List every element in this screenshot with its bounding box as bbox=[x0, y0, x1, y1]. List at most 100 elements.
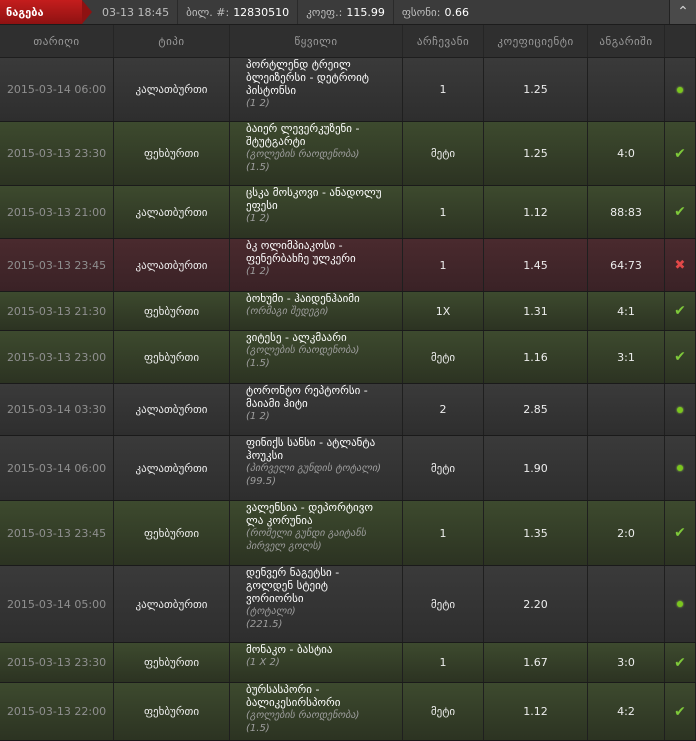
bet-status: ✔ bbox=[665, 186, 696, 238]
bet-pick: 1 bbox=[403, 186, 484, 238]
check-icon: ✔ bbox=[674, 654, 686, 671]
event-name: ბურსასპორი - bbox=[246, 683, 320, 696]
bet-date: 2015-03-13 22:00 bbox=[0, 683, 114, 740]
table-row[interactable]: 2015-03-13 23:00 ფეხბურთი ვიტესე - ალკმაარ… bbox=[0, 331, 696, 384]
check-icon: ✔ bbox=[674, 703, 686, 720]
match-score: 64:73 bbox=[588, 239, 665, 291]
market-label: (1 2) bbox=[246, 266, 270, 277]
sport-type: ფეხბურთი bbox=[114, 501, 230, 565]
table-header: თარიღი ტიპი წყვილი არჩევანი კოეფიციენტი … bbox=[0, 25, 696, 58]
bet-odds: 1.25 bbox=[484, 58, 588, 121]
match-score bbox=[588, 384, 665, 435]
table-row[interactable]: 2015-03-13 23:30 ფეხბურთი მონაკო - ბასტია(… bbox=[0, 643, 696, 683]
bet-status bbox=[665, 436, 696, 500]
event-name-cont: მაიამი ჰიტი bbox=[246, 397, 308, 410]
bet-odds: 2.85 bbox=[484, 384, 588, 435]
bet-date: 2015-03-14 03:30 bbox=[0, 384, 114, 435]
event-name: ცსკა მოსკოვი - ანადოლუ bbox=[246, 186, 382, 199]
event-name: პორტლენდ ტრეილ bbox=[246, 58, 351, 71]
sport-type: კალათბურთი bbox=[114, 239, 230, 291]
market-label: (1 X 2) bbox=[246, 657, 280, 668]
event-name-cont: ჰოუკსი bbox=[246, 449, 284, 462]
bet-odds: 1.12 bbox=[484, 186, 588, 238]
check-icon: ✔ bbox=[674, 303, 686, 319]
bet-date: 2015-03-13 23:30 bbox=[0, 643, 114, 682]
market-label: (ტოტალი) bbox=[246, 606, 296, 617]
bet-status: ✔ bbox=[665, 643, 696, 682]
market-label: (გოლების რაოდენობა) bbox=[246, 345, 360, 356]
bet-date: 2015-03-13 23:45 bbox=[0, 501, 114, 565]
table-row[interactable]: 2015-03-14 03:30 კალათბურთი ტორონტო რეპტორ… bbox=[0, 384, 696, 436]
event-cell: ცსკა მოსკოვი - ანადოლუ ეფესი (1 2) bbox=[230, 186, 403, 238]
table-row[interactable]: 2015-03-13 23:45 კალათბურთი ბკ ოლიმპიაკოსი… bbox=[0, 239, 696, 292]
check-icon: ✔ bbox=[674, 204, 686, 220]
table-row[interactable]: 2015-03-14 06:00 კალათბურთი ფინიქს სანსი -… bbox=[0, 436, 696, 501]
col-odds[interactable]: კოეფიციენტი bbox=[484, 25, 588, 57]
col-date[interactable]: თარიღი bbox=[0, 25, 114, 57]
ticket-datetime: 03-13 18:45 bbox=[94, 0, 179, 24]
table-row[interactable]: 2015-03-13 22:00 ფეხბურთი ბურსასპორი - ბალი… bbox=[0, 683, 696, 741]
match-score: 4:0 bbox=[588, 122, 665, 185]
table-row[interactable]: 2015-03-13 21:30 ფეხბურთი ბოხუმი - ჰაიდენჰ… bbox=[0, 292, 696, 331]
table-row[interactable]: 2015-03-13 23:45 ფეხბურთი ვალენსია - დეპორ… bbox=[0, 501, 696, 566]
market-label: (1 2) bbox=[246, 411, 270, 422]
event-name: ბოხუმი - ჰაიდენჰაიმი bbox=[246, 292, 360, 305]
bet-date: 2015-03-14 06:00 bbox=[0, 58, 114, 121]
bet-date: 2015-03-13 23:30 bbox=[0, 122, 114, 185]
event-name-cont: ფენერბახჩე ულკერი bbox=[246, 252, 356, 265]
match-score: 4:2 bbox=[588, 683, 665, 740]
col-type[interactable]: ტიპი bbox=[114, 25, 230, 57]
pending-dot-icon bbox=[677, 86, 683, 93]
event-name: ვიტესე - ალკმაარი bbox=[246, 331, 347, 344]
market-label: (1 2) bbox=[246, 213, 270, 224]
table-row[interactable]: 2015-03-13 23:30 ფეხბურთი ბაიერ ლევერკუზენ… bbox=[0, 122, 696, 186]
event-name-cont: შტუტგარტი bbox=[246, 135, 306, 148]
table-row[interactable]: 2015-03-13 21:00 კალათბურთი ცსკა მოსკოვი -… bbox=[0, 186, 696, 239]
sport-type: კალათბურთი bbox=[114, 436, 230, 500]
col-event[interactable]: წყვილი bbox=[230, 25, 403, 57]
match-score: 2:0 bbox=[588, 501, 665, 565]
table-row[interactable]: 2015-03-14 06:00 კალათბურთი პორტლენდ ტრეილ… bbox=[0, 58, 696, 122]
event-name: ბკ ოლიმპიაკოსი - bbox=[246, 239, 343, 252]
ticket-header: ნაგება 03-13 18:45 ბილ. #: 12830510 კოეფ.… bbox=[0, 0, 696, 25]
event-name: ბაიერ ლევერკუზენი - bbox=[246, 122, 360, 135]
bet-pick: მეტი bbox=[403, 683, 484, 740]
bet-pick: 2 bbox=[403, 384, 484, 435]
market-label: (1 2) bbox=[246, 98, 270, 109]
bet-status: ✔ bbox=[665, 292, 696, 330]
tab-bets[interactable]: ნაგება bbox=[0, 0, 92, 24]
event-cell: ბაიერ ლევერკუზენი - შტუტგარტი (გოლების რაო… bbox=[230, 122, 403, 185]
event-cell: ბურსასპორი - ბალიკესირსპორი (გოლების რაოდე… bbox=[230, 683, 403, 740]
pending-dot-icon bbox=[677, 406, 683, 413]
match-score: 3:0 bbox=[588, 643, 665, 682]
ticket-number: ბილ. #: 12830510 bbox=[178, 0, 299, 24]
match-score: 3:1 bbox=[588, 331, 665, 383]
bet-status bbox=[665, 566, 696, 642]
chevron-up-icon: ⌃ bbox=[677, 4, 689, 20]
event-name-cont: პისტონსი bbox=[246, 84, 297, 97]
col-pick[interactable]: არჩევანი bbox=[403, 25, 484, 57]
bet-odds: 2.20 bbox=[484, 566, 588, 642]
bet-pick: მეტი bbox=[403, 331, 484, 383]
event-cell: პორტლენდ ტრეილ ბლეიზერსი - დეტროიტ პისტონს… bbox=[230, 58, 403, 121]
match-score: 4:1 bbox=[588, 292, 665, 330]
collapse-button[interactable]: ⌃ bbox=[669, 0, 696, 24]
match-score bbox=[588, 566, 665, 642]
sport-type: კალათბურთი bbox=[114, 186, 230, 238]
event-name: დენვერ ნაგეტსი - bbox=[246, 566, 340, 579]
col-result[interactable]: ანგარიში bbox=[588, 25, 665, 57]
bet-pick: 1 bbox=[403, 58, 484, 121]
bet-pick: მეტი bbox=[403, 436, 484, 500]
bet-date: 2015-03-14 06:00 bbox=[0, 436, 114, 500]
bet-date: 2015-03-13 23:00 bbox=[0, 331, 114, 383]
match-score: 88:83 bbox=[588, 186, 665, 238]
bet-status: ✖ bbox=[665, 239, 696, 291]
table-row[interactable]: 2015-03-14 05:00 კალათბურთი დენვერ ნაგეტსი… bbox=[0, 566, 696, 643]
market-line: (1.5) bbox=[246, 723, 270, 734]
pending-dot-icon bbox=[677, 465, 683, 471]
bet-status: ✔ bbox=[665, 501, 696, 565]
event-name-cont: ბალიკესირსპორი bbox=[246, 696, 341, 709]
event-name-cont: გოლდენ სტეიტ bbox=[246, 579, 328, 592]
bet-odds: 1.45 bbox=[484, 239, 588, 291]
bet-odds: 1.16 bbox=[484, 331, 588, 383]
